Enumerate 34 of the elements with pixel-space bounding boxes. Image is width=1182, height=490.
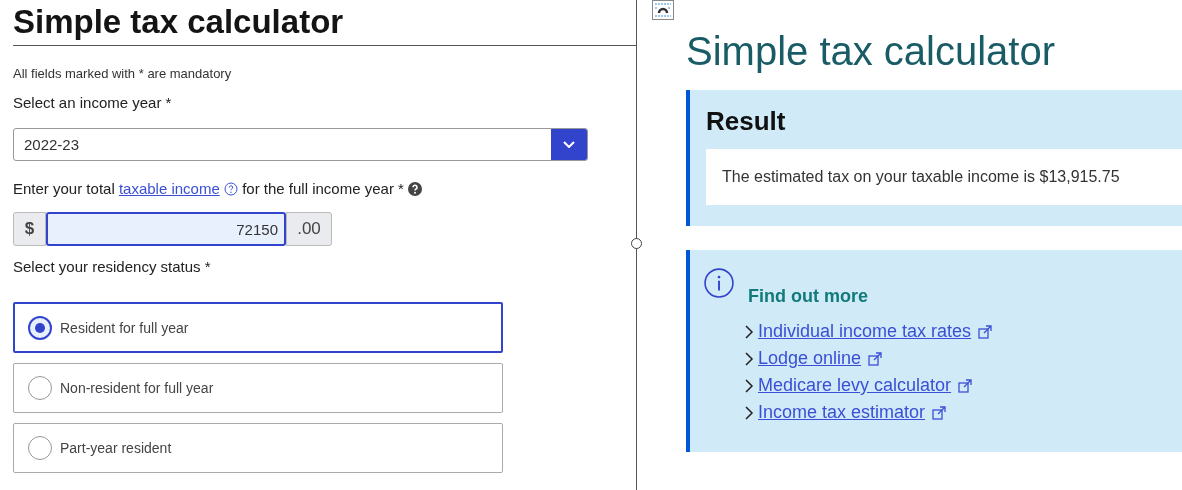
chevron-right-icon [744,378,754,393]
field-label: Select your residency status * [13,258,212,275]
info-icon [704,268,734,298]
currency-prefix: $ [13,212,46,246]
question-circle-icon [407,181,422,196]
info-link[interactable]: Medicare levy calculator [758,375,952,396]
radio-option[interactable]: Part-year resident [13,423,503,473]
mandatory-note: All fields marked with * are mandatory [13,66,233,81]
radio-option[interactable]: Non-resident for full year [13,363,503,413]
help-icon [223,182,238,196]
splitter-handle[interactable] [631,238,642,249]
page-title: Simple tax calculator [686,28,1057,74]
year-dropdown[interactable]: 2022-23 [13,128,588,161]
info-link[interactable]: Individual income tax rates [758,321,972,342]
result-heading: Result [706,106,787,137]
radio-selected-icon [28,315,52,340]
income-input-field[interactable]: 72150 [46,212,286,246]
radio-icon [28,436,52,460]
chevron-right-icon [744,405,754,420]
page-title: Simple tax calculator [13,4,636,46]
cents-suffix: .00 [286,212,332,246]
info-heading: Find out more [748,286,869,307]
taxable-income-link[interactable]: taxable income [118,180,220,197]
toolbar-icon [652,0,674,20]
field-label: Select an income year * [13,94,173,111]
chevron-right-icon [744,351,754,366]
chevron-right-icon [744,324,754,339]
income-label: Enter your total taxable income for the full income year * [13,180,404,197]
info-link[interactable]: Income tax estimator [758,402,926,423]
result-text: The estimated tax on your taxable income is $13,915.75 [706,149,1182,205]
chevron-down-icon [563,141,575,148]
info-link[interactable]: Lodge online [758,348,862,369]
radio-option[interactable]: Resident for full year [13,302,503,353]
radio-icon [28,376,52,400]
